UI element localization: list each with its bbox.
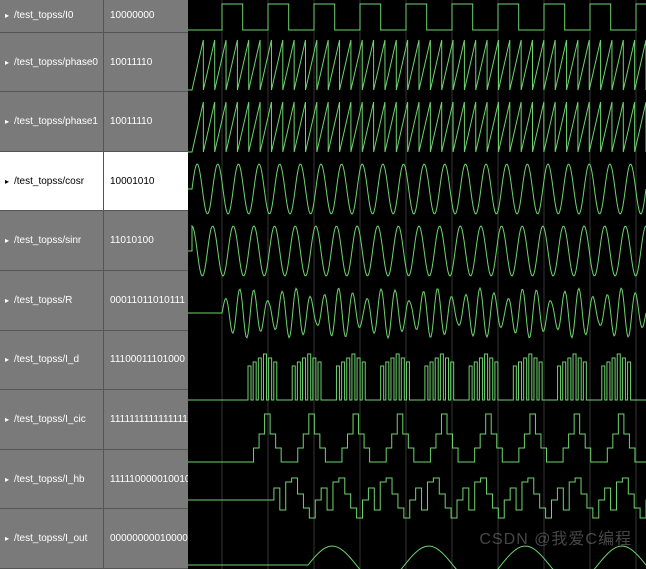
signal-value-cell[interactable]: 00011011010111 (104, 271, 188, 330)
signal-value-cell[interactable]: 10011110 (104, 33, 188, 92)
signal-row[interactable]: ▸/test_topss/phase1 10011110 (0, 92, 188, 152)
signal-value-label: 1111100000100101 (110, 474, 188, 485)
signal-value-label: 10011110 (110, 57, 152, 68)
signal-name-label: /test_topss/phase1 (14, 116, 98, 127)
expand-icon[interactable]: ▸ (2, 296, 12, 305)
signal-name-label: /test_topss/cosr (14, 176, 84, 187)
signal-panel: ▸/test_topss/I010000000▸/test_topss/phas… (0, 0, 188, 569)
signal-name-cell[interactable]: ▸/test_topss/sinr (0, 211, 104, 270)
expand-icon[interactable]: ▸ (2, 236, 12, 245)
signal-value-cell[interactable]: 1111111111111111 (104, 390, 188, 449)
signal-name-label: /test_topss/I_cic (14, 414, 86, 425)
signal-name-label: /test_topss/I_out (14, 533, 87, 544)
signal-value-label: 11100011101000 (110, 354, 185, 365)
signal-row[interactable]: ▸/test_topss/I0 10000000 (0, 0, 188, 33)
signal-value-cell[interactable]: 10001010 (104, 152, 188, 211)
expand-icon[interactable]: ▸ (2, 117, 12, 126)
signal-name-cell[interactable]: ▸/test_topss/phase1 (0, 92, 104, 151)
signal-value-cell[interactable]: 10000000 (104, 0, 188, 32)
signal-value-label: 0000000001000010 (110, 533, 188, 544)
waveform-viewer: ▸/test_topss/I010000000▸/test_topss/phas… (0, 0, 646, 569)
signal-name-cell[interactable]: ▸/test_topss/I_out (0, 509, 104, 568)
signal-name-cell[interactable]: ▸/test_topss/cosr (0, 152, 104, 211)
signal-row[interactable]: ▸/test_topss/R 00011011010111 (0, 271, 188, 331)
expand-icon[interactable]: ▸ (2, 11, 12, 20)
signal-name-cell[interactable]: ▸/test_topss/I0 (0, 0, 104, 32)
signal-name-cell[interactable]: ▸/test_topss/I_cic (0, 390, 104, 449)
expand-icon[interactable]: ▸ (2, 177, 12, 186)
signal-row[interactable]: ▸/test_topss/I_d 11100011101000 (0, 331, 188, 391)
signal-value-cell[interactable]: 1111100000100101 (104, 450, 188, 509)
signal-name-label: /test_topss/I0 (14, 10, 73, 21)
waveform-area[interactable] (188, 0, 646, 569)
signal-name-label: /test_topss/I_hb (14, 474, 85, 485)
expand-icon[interactable]: ▸ (2, 58, 12, 67)
signal-name-label: /test_topss/sinr (14, 235, 81, 246)
signal-name-label: /test_topss/I_d (14, 354, 79, 365)
expand-icon[interactable]: ▸ (2, 355, 12, 364)
signal-value-cell[interactable]: 11010100 (104, 211, 188, 270)
signal-name-cell[interactable]: ▸/test_topss/I_hb (0, 450, 104, 509)
signal-row[interactable]: ▸/test_topss/sinr 11010100 (0, 211, 188, 271)
signal-row[interactable]: ▸/test_topss/phase0 10011110 (0, 33, 188, 93)
expand-icon[interactable]: ▸ (2, 415, 12, 424)
expand-icon[interactable]: ▸ (2, 534, 12, 543)
signal-value-cell[interactable]: 10011110 (104, 92, 188, 151)
signal-value-label: 10011110 (110, 116, 152, 127)
signal-row[interactable]: ▸/test_topss/I_hb 1111100000100101 (0, 450, 188, 510)
expand-icon[interactable]: ▸ (2, 475, 12, 484)
signal-name-cell[interactable]: ▸/test_topss/R (0, 271, 104, 330)
signal-value-cell[interactable]: 11100011101000 (104, 331, 188, 390)
signal-value-cell[interactable]: 0000000001000010 (104, 509, 188, 568)
waveform-svg (188, 0, 646, 569)
signal-row[interactable]: ▸/test_topss/cosr 10001010 (0, 152, 188, 212)
signal-row[interactable]: ▸/test_topss/I_cic 1111111111111111 (0, 390, 188, 450)
signal-value-label: 00011011010111 (110, 295, 185, 306)
signal-name-cell[interactable]: ▸/test_topss/I_d (0, 331, 104, 390)
signal-name-label: /test_topss/R (14, 295, 72, 306)
signal-value-label: 11010100 (110, 235, 154, 246)
signal-name-label: /test_topss/phase0 (14, 57, 98, 68)
signal-name-cell[interactable]: ▸/test_topss/phase0 (0, 33, 104, 92)
signal-value-label: 10001010 (110, 176, 155, 187)
signal-value-label: 10000000 (110, 10, 155, 21)
signal-value-label: 1111111111111111 (110, 414, 188, 425)
signal-row[interactable]: ▸/test_topss/I_out 0000000001000010 (0, 509, 188, 569)
